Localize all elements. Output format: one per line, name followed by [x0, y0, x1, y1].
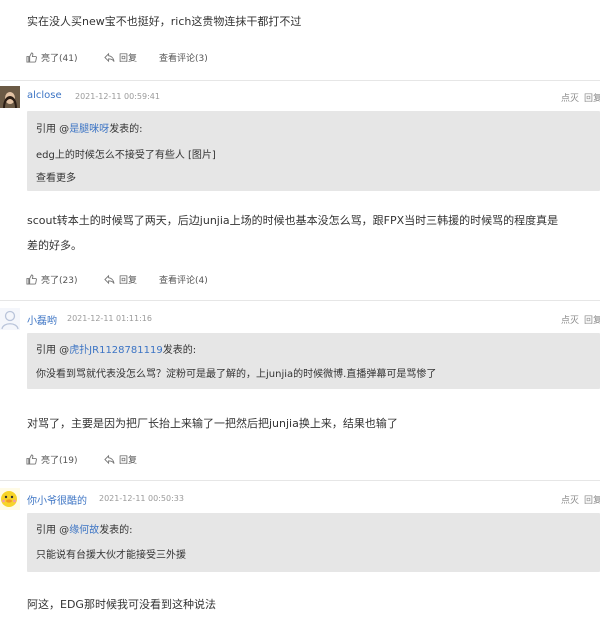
avatar[interactable] — [0, 488, 20, 510]
username[interactable]: 你小爷很酷的 — [27, 492, 87, 507]
view-replies-label: 查看评论(4) — [159, 276, 208, 286]
see-more-link[interactable]: 查看更多 — [36, 169, 76, 184]
reply-right-button[interactable]: 回复 — [584, 91, 600, 104]
like-button[interactable]: 亮了(19) — [26, 453, 77, 466]
timestamp: 2021-12-11 00:59:41 — [75, 92, 160, 101]
divider — [0, 480, 600, 481]
comment-body: 阿这，EDG那时候我可没看到这种说法 — [27, 598, 216, 611]
avatar[interactable] — [0, 308, 20, 330]
timestamp: 2021-12-11 01:11:16 — [67, 314, 152, 323]
quote-text: 你没看到骂就代表没怎么骂？淀粉可是最了解的，上junjia的时候微博.直播弹幕可… — [36, 369, 437, 380]
comment-body: 差的好多。 — [27, 239, 82, 252]
reply-right-button[interactable]: 回复 — [584, 493, 600, 506]
like-label: 亮了(41) — [41, 54, 78, 64]
quote-text: edg上的时候怎么不接受了有些人 [图片] — [36, 150, 216, 161]
reply-right-button[interactable]: 回复 — [584, 313, 600, 326]
timestamp: 2021-12-11 00:50:33 — [99, 494, 184, 503]
reply-button[interactable]: 回复 — [104, 51, 137, 64]
reply-icon — [104, 52, 115, 63]
comment-body: scout转本土的时候骂了两天，后边junjia上场的时候也基本没怎么骂，跟FP… — [27, 214, 559, 227]
reply-label: 回复 — [119, 276, 138, 286]
comment-body: 实在没人买new宝不也挺好，rich这贵物连抹干都打不过 — [27, 15, 302, 28]
quote-box: 引用 @缘何故发表的: 只能说有台援大伙才能接受三外援 — [27, 513, 600, 572]
quote-text: 只能说有台援大伙才能接受三外援 — [36, 550, 186, 561]
quote-box: 引用 @是腿咪呀发表的: edg上的时候怎么不接受了有些人 [图片] 查看更多 — [27, 111, 600, 191]
username[interactable]: alclose — [27, 90, 62, 101]
quote-header: 引用 @缘何故发表的: — [36, 525, 133, 536]
reply-button[interactable]: 回复 — [104, 273, 137, 286]
thumbs-up-icon — [26, 454, 37, 465]
quote-box: 引用 @虎扑JR1128781119发表的: 你没看到骂就代表没怎么骂？淀粉可是… — [27, 333, 600, 389]
thumbs-up-icon — [26, 274, 37, 285]
avatar-photo-icon — [0, 86, 20, 108]
like-label: 亮了(19) — [41, 456, 78, 466]
quoted-user-link[interactable]: 虎扑JR1128781119 — [69, 345, 163, 356]
reply-label: 回复 — [119, 456, 138, 466]
reply-icon — [104, 454, 115, 465]
reply-icon — [104, 274, 115, 285]
like-button[interactable]: 亮了(41) — [26, 51, 77, 64]
report-button[interactable]: 点灭 — [561, 313, 579, 326]
username[interactable]: 小磊哟 — [27, 312, 57, 327]
quoted-user-link[interactable]: 缘何故 — [69, 525, 99, 536]
quoted-user-link[interactable]: 是腿咪呀 — [69, 124, 109, 135]
reply-label: 回复 — [119, 54, 138, 64]
like-label: 亮了(23) — [41, 276, 78, 286]
quote-header: 引用 @虎扑JR1128781119发表的: — [36, 345, 197, 356]
view-replies-button[interactable]: 查看评论(4) — [159, 273, 208, 286]
comment-body: 对骂了，主要是因为把厂长抬上来输了一把然后把junjia换上来，结果也输了 — [27, 417, 398, 430]
view-replies-label: 查看评论(3) — [159, 54, 208, 64]
report-button[interactable]: 点灭 — [561, 91, 579, 104]
avatar[interactable] — [0, 86, 20, 108]
default-avatar-icon — [0, 308, 20, 330]
like-button[interactable]: 亮了(23) — [26, 273, 77, 286]
divider — [0, 80, 600, 81]
view-replies-button[interactable]: 查看评论(3) — [159, 51, 208, 64]
quote-header: 引用 @是腿咪呀发表的: — [36, 124, 143, 135]
thumbs-up-icon — [26, 52, 37, 63]
reply-button[interactable]: 回复 — [104, 453, 137, 466]
divider — [0, 300, 600, 301]
report-button[interactable]: 点灭 — [561, 493, 579, 506]
duck-avatar-icon — [0, 488, 20, 510]
